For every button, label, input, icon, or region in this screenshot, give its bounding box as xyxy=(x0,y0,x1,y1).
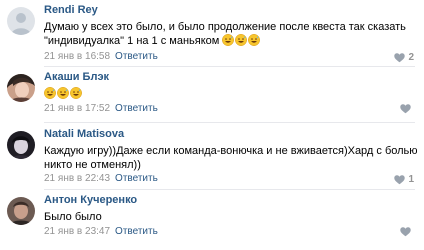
like-button[interactable] xyxy=(400,227,414,237)
comment-date[interactable]: 21 янв в 23:47 xyxy=(44,226,110,237)
comment-meta: 21 янв в 23:47 Ответить xyxy=(44,226,158,237)
comment-item: Rendi Rey Думаю у всех это было, и было … xyxy=(0,0,424,63)
heart-icon xyxy=(400,227,411,237)
comment-text-line: никто не отменял)) xyxy=(44,159,141,171)
comment-author[interactable]: Rendi Rey xyxy=(44,4,98,16)
comment-meta: 21 янв в 17:52 Ответить xyxy=(44,103,158,114)
comment-author[interactable]: Акаши Блэк xyxy=(44,71,109,83)
like-button[interactable]: 2 xyxy=(394,52,414,63)
grinning-sweat-emoji xyxy=(44,87,56,99)
comments-list: Rendi Rey Думаю у всех это было, и было … xyxy=(0,0,424,245)
like-button[interactable]: 1 xyxy=(394,174,414,185)
comment-text xyxy=(44,87,384,101)
comment-text: Каждую игру))Даже если команда-вонючка и… xyxy=(44,144,418,172)
comment-text-line: Думаю у всех это было, и было продолжени… xyxy=(44,21,406,33)
avatar[interactable] xyxy=(7,197,35,225)
grinning-sweat-emoji xyxy=(57,87,69,99)
avatar-photo-icon xyxy=(7,74,35,102)
comment-text-line xyxy=(44,87,384,101)
avatar-photo-icon xyxy=(7,131,35,159)
comment-date[interactable]: 21 янв в 16:58 xyxy=(44,51,110,62)
comment-text: Думаю у всех это было, и было продолжени… xyxy=(44,20,406,48)
grinning-sweat-emoji xyxy=(235,34,248,46)
comment-text-line: Было было xyxy=(44,211,102,223)
comment-text-line: Каждую игру))Даже если команда-вонючка и… xyxy=(44,145,418,157)
heart-icon xyxy=(394,52,406,62)
grinning-sweat-emoji xyxy=(248,34,261,46)
comment-item: Natali Matisova Каждую игру))Даже если к… xyxy=(0,124,424,185)
avatar[interactable] xyxy=(7,74,35,102)
comment-text-line: "индивидуалка" 1 на 1 с маньяком xyxy=(44,35,220,47)
reply-link[interactable]: Ответить xyxy=(115,51,158,62)
comment-text-line: "индивидуалка" 1 на 1 с маньяком xyxy=(44,34,384,48)
heart-icon xyxy=(394,174,406,184)
avatar[interactable] xyxy=(7,7,35,35)
reply-link[interactable]: Ответить xyxy=(115,226,158,237)
comment-item: Акаши Блэк 21 янв в 17:52 Ответить xyxy=(0,67,424,127)
comment-author[interactable]: Антон Кучеренко xyxy=(44,194,137,206)
like-button[interactable] xyxy=(400,104,414,114)
like-count: 1 xyxy=(408,174,414,185)
grinning-sweat-emoji xyxy=(222,34,235,46)
reply-link[interactable]: Ответить xyxy=(115,103,158,114)
like-count: 2 xyxy=(408,52,414,63)
comment-meta: 21 янв в 16:58 Ответить xyxy=(44,51,158,62)
reply-link[interactable]: Ответить xyxy=(115,173,158,184)
comment-date[interactable]: 21 янв в 22:43 xyxy=(44,173,110,184)
divider xyxy=(44,122,415,123)
avatar-placeholder-icon xyxy=(7,7,35,35)
comment-date[interactable]: 21 янв в 17:52 xyxy=(44,103,110,114)
avatar-photo-icon xyxy=(7,197,35,225)
avatar[interactable] xyxy=(7,131,35,159)
comment-item: Антон Кучеренко Было было 21 янв в 23:47… xyxy=(0,190,424,250)
comment-meta: 21 янв в 22:43 Ответить xyxy=(44,173,158,184)
comment-author[interactable]: Natali Matisova xyxy=(44,128,124,140)
comment-text: Было было xyxy=(44,210,384,224)
grinning-sweat-emoji xyxy=(70,87,82,99)
heart-icon xyxy=(400,104,411,114)
